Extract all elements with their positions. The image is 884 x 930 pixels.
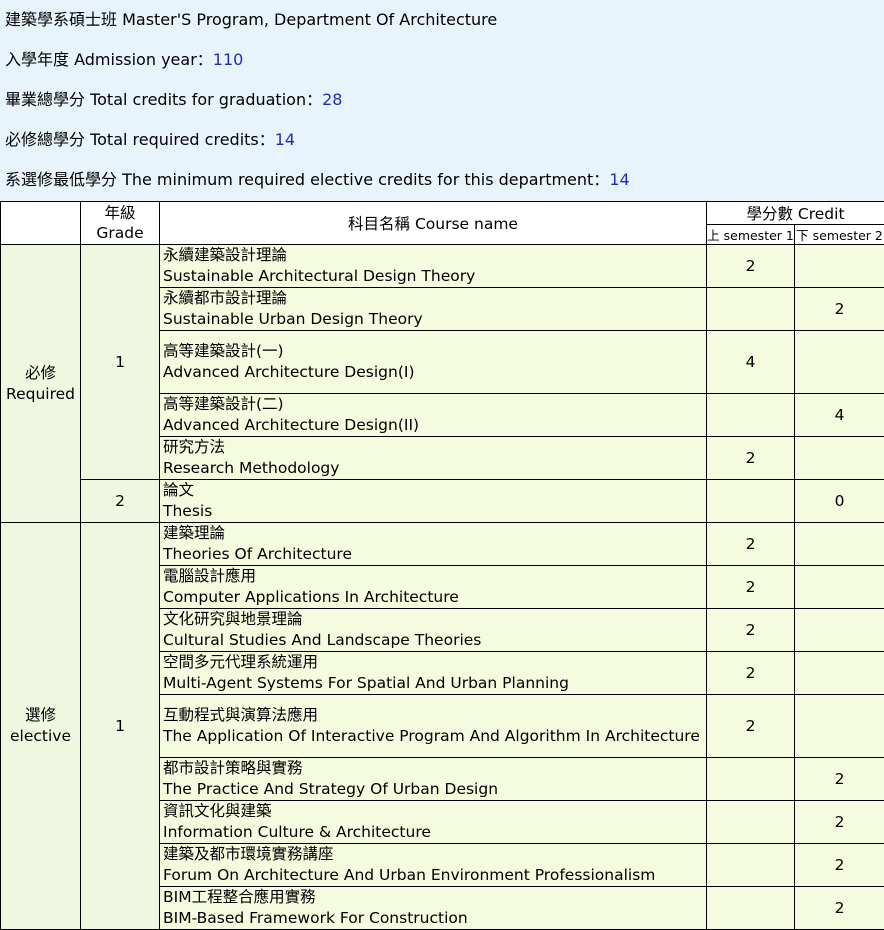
credit-sem1: 2 xyxy=(707,523,795,566)
credit-sem1 xyxy=(707,801,795,844)
required-credits: 必修總學分 Total required credits：14 xyxy=(5,120,884,160)
credit-sem2: 0 xyxy=(795,480,884,523)
credit-sem2: 2 xyxy=(795,288,884,331)
credit-sem1: 2 xyxy=(707,609,795,652)
elective-credits: 系選修最低學分 The minimum required elective cr… xyxy=(5,160,884,200)
admission-year: 入學年度 Admission year：110 xyxy=(5,40,884,80)
course-name: 永續都市設計理論Sustainable Urban Design Theory xyxy=(160,288,707,331)
credit-sem1: 2 xyxy=(707,652,795,695)
credit-sem1 xyxy=(707,758,795,801)
admission-value: 110 xyxy=(213,50,244,69)
course-name: 論文Thesis xyxy=(160,480,707,523)
course-name: 永續建築設計理論Sustainable Architectural Design… xyxy=(160,245,707,288)
credit-sem2 xyxy=(795,566,884,609)
table-row: 2 論文Thesis 0 xyxy=(1,480,884,523)
credit-sem2: 2 xyxy=(795,758,884,801)
program-info: 建築學系碩士班 Master'S Program, Department Of … xyxy=(0,0,884,201)
elective-value: 14 xyxy=(609,170,629,189)
credit-sem2 xyxy=(795,652,884,695)
course-name: 文化研究與地景理論Cultural Studies And Landscape … xyxy=(160,609,707,652)
grade-cell: 2 xyxy=(81,480,160,523)
grade-cell: 1 xyxy=(81,245,160,480)
course-name: 高等建築設計(一)Advanced Architecture Design(I) xyxy=(160,331,707,394)
category-header xyxy=(1,202,81,245)
category-required: 必修Required xyxy=(1,245,81,523)
course-name: 都市設計策略與實務The Practice And Strategy Of Ur… xyxy=(160,758,707,801)
grade-header: 年級Grade xyxy=(81,202,160,245)
table-row: 選修elective 1 建築理論Theories Of Architectur… xyxy=(1,523,884,566)
course-name: 空間多元代理系統運用Multi-Agent Systems For Spatia… xyxy=(160,652,707,695)
credit-sem1 xyxy=(707,887,795,930)
admission-label: 入學年度 Admission year： xyxy=(5,50,213,69)
credit-sem1 xyxy=(707,844,795,887)
total-value: 28 xyxy=(322,90,342,109)
semester1-header: 上 semester 1 xyxy=(707,225,795,245)
grade-cell: 1 xyxy=(81,523,160,930)
course-name: 電腦設計應用Computer Applications In Architect… xyxy=(160,566,707,609)
credit-sem1 xyxy=(707,480,795,523)
total-credits: 畢業總學分 Total credits for graduation：28 xyxy=(5,80,884,120)
course-header: 科目名稱 Course name xyxy=(160,202,707,245)
credit-sem2: 2 xyxy=(795,801,884,844)
program-name: 建築學系碩士班 Master'S Program, Department Of … xyxy=(5,10,497,29)
credit-sem1: 2 xyxy=(707,695,795,758)
credit-sem2 xyxy=(795,609,884,652)
course-name: 研究方法Research Methodology xyxy=(160,437,707,480)
credit-sem1: 4 xyxy=(707,331,795,394)
credit-sem2: 2 xyxy=(795,887,884,930)
table-row: 必修Required 1 永續建築設計理論Sustainable Archite… xyxy=(1,245,884,288)
credit-sem2 xyxy=(795,331,884,394)
program-title: 建築學系碩士班 Master'S Program, Department Of … xyxy=(5,0,884,40)
required-value: 14 xyxy=(275,130,295,149)
course-name: 建築及都市環境實務講座Forum On Architecture And Urb… xyxy=(160,844,707,887)
credit-sem1: 2 xyxy=(707,245,795,288)
credit-sem2 xyxy=(795,695,884,758)
category-elective: 選修elective xyxy=(1,523,81,930)
course-name: 高等建築設計(二)Advanced Architecture Design(II… xyxy=(160,394,707,437)
credit-sem2 xyxy=(795,523,884,566)
credit-sem2: 4 xyxy=(795,394,884,437)
course-table: 年級Grade 科目名稱 Course name 學分數 Credit 上 se… xyxy=(0,201,884,930)
course-name: 建築理論Theories Of Architecture xyxy=(160,523,707,566)
total-label: 畢業總學分 Total credits for graduation： xyxy=(5,90,322,109)
credit-sem1: 2 xyxy=(707,437,795,480)
course-name: 資訊文化與建築Information Culture & Architectur… xyxy=(160,801,707,844)
course-name: 互動程式與演算法應用The Application Of Interactive… xyxy=(160,695,707,758)
credit-header: 學分數 Credit xyxy=(707,202,884,225)
credit-sem1: 2 xyxy=(707,566,795,609)
course-name: BIM工程整合應用實務BIM-Based Framework For Const… xyxy=(160,887,707,930)
credit-sem1 xyxy=(707,394,795,437)
semester2-header: 下 semester 2 xyxy=(795,225,884,245)
credit-sem1 xyxy=(707,288,795,331)
credit-sem2 xyxy=(795,245,884,288)
credit-sem2 xyxy=(795,437,884,480)
required-label: 必修總學分 Total required credits： xyxy=(5,130,275,149)
elective-label: 系選修最低學分 The minimum required elective cr… xyxy=(5,170,609,189)
credit-sem2: 2 xyxy=(795,844,884,887)
